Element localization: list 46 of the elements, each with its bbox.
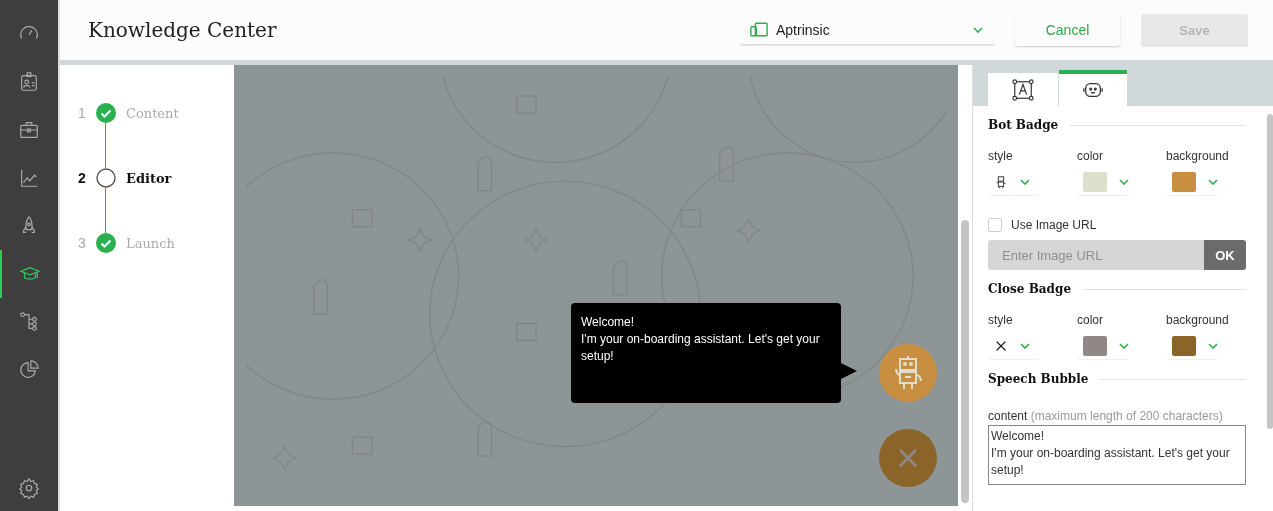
devices-icon bbox=[750, 22, 768, 37]
section-title: Bot Badge bbox=[988, 118, 1059, 132]
text-box-icon bbox=[1012, 78, 1034, 101]
step-number: 3 bbox=[78, 235, 87, 251]
chevron-down-icon bbox=[1208, 342, 1218, 349]
scrollbar-thumb[interactable] bbox=[961, 220, 969, 503]
tree-diagram-icon bbox=[18, 311, 40, 333]
close-badge[interactable] bbox=[879, 429, 937, 487]
settings-icon[interactable] bbox=[18, 477, 40, 499]
chevron-down-icon bbox=[1020, 178, 1030, 185]
section-title: Speech Bubble bbox=[988, 372, 1089, 386]
bubble-text: Welcome! bbox=[581, 314, 636, 331]
step-label[interactable]: Editor bbox=[126, 170, 172, 186]
section-title: Close Badge bbox=[988, 282, 1071, 296]
content-label: content (maximum length of 200 characters) bbox=[988, 409, 1224, 423]
chevron-down-icon bbox=[1119, 342, 1129, 349]
chevron-down-icon bbox=[973, 26, 983, 33]
pie-chart-icon bbox=[18, 359, 40, 381]
field-label: style bbox=[988, 313, 1014, 327]
line-chart-icon bbox=[18, 167, 40, 189]
bubble-text: I'm your on-boarding assistant. Let's get your setup! bbox=[581, 331, 821, 365]
environment-dropdown[interactable]: Aptrinsic bbox=[740, 15, 995, 45]
chevron-down-icon bbox=[1020, 342, 1030, 349]
panel-tab[interactable] bbox=[988, 73, 1058, 106]
chevron-down-icon bbox=[1208, 178, 1218, 185]
checkbox[interactable] bbox=[988, 218, 1002, 232]
scrollbar-thumb[interactable] bbox=[1267, 114, 1273, 429]
content-textarea[interactable]: Welcome! I'm your on-boarding assistant. Let's get your setup! bbox=[988, 425, 1246, 485]
bot-badge[interactable] bbox=[879, 344, 937, 402]
field-label: color bbox=[1077, 313, 1104, 327]
briefcase-icon bbox=[18, 119, 40, 141]
step-number: 1 bbox=[78, 105, 87, 121]
empty-circle-icon bbox=[96, 168, 116, 188]
field-label: style bbox=[988, 149, 1014, 163]
panel-tab[interactable] bbox=[1059, 70, 1127, 106]
chevron-down-icon bbox=[1119, 178, 1129, 185]
cancel-button[interactable]: Cancel bbox=[1015, 14, 1120, 46]
field-label: color bbox=[1077, 149, 1104, 163]
page-title: Knowledge Center bbox=[88, 18, 278, 42]
field-label: background bbox=[1166, 149, 1229, 163]
ok-button[interactable]: OK bbox=[1204, 240, 1246, 270]
checkbox-label[interactable]: Use Image URL bbox=[1011, 218, 1097, 232]
step-number: 2 bbox=[78, 170, 87, 186]
field-label: background bbox=[1166, 313, 1229, 327]
robot-icon bbox=[994, 174, 1008, 189]
id-card-icon bbox=[18, 71, 40, 93]
